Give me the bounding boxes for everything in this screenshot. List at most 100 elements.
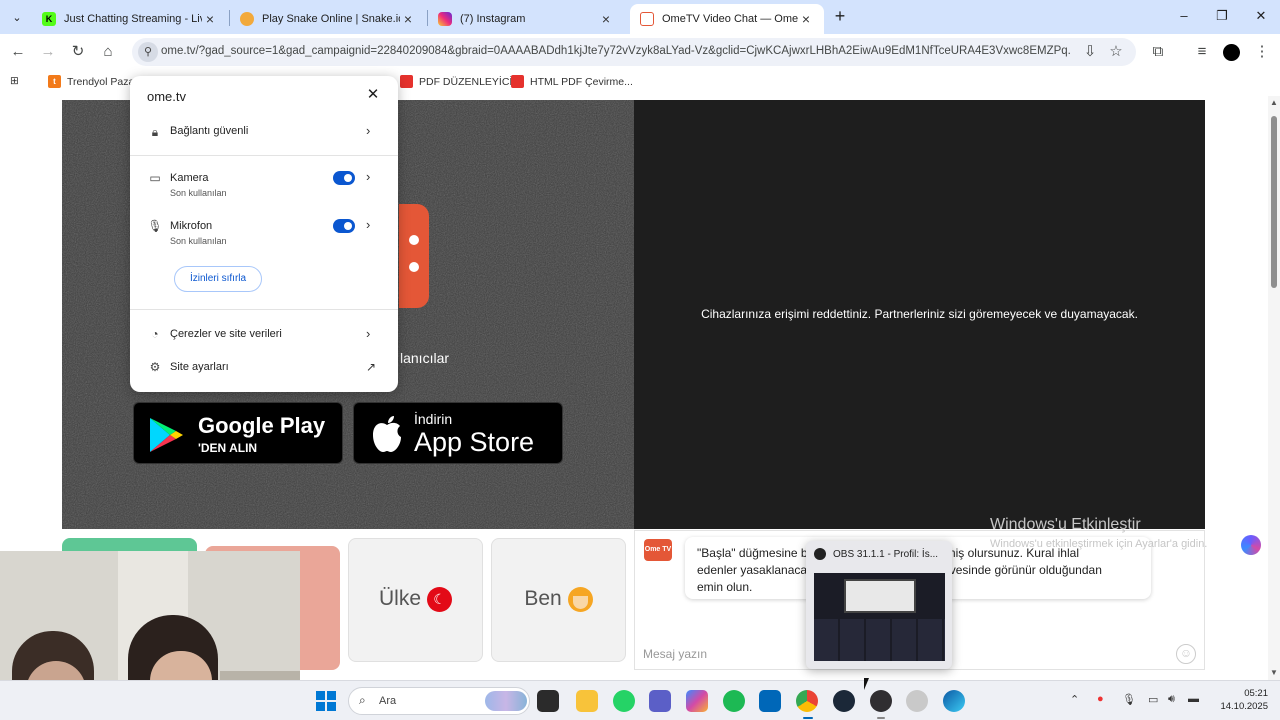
obs-preview-title: OBS 31.1.1 - Profil: İs... (833, 548, 939, 560)
windows-start-icon[interactable] (316, 691, 336, 711)
popup-site-name: ome.tv (147, 89, 187, 104)
install-app-icon[interactable]: ⇩ (1080, 42, 1100, 62)
obs-preview-thumbnail (814, 573, 945, 661)
chrome-icon[interactable] (796, 690, 818, 712)
edge-icon[interactable] (943, 690, 965, 712)
scrollbar-thumb[interactable] (1271, 116, 1277, 288)
logo-dot (409, 235, 419, 245)
close-tab-icon[interactable]: × (400, 11, 416, 27)
microphone-tray-icon[interactable]: 🎙︎ (1122, 693, 1136, 706)
connection-secure-row[interactable]: 🔒︎ Bağlantı güvenli › (130, 123, 398, 145)
page-scrollbar[interactable]: ▲ ▼ (1268, 96, 1280, 680)
site-permissions-popup: ome.tv ✕ 🔒︎ Bağlantı güvenli › ▭ Kamera … (130, 76, 398, 392)
minimize-icon[interactable]: – (1166, 6, 1202, 26)
microphone-toggle[interactable] (333, 219, 355, 233)
clock-date: 14.10.2025 (1220, 701, 1268, 712)
microphone-permission-row[interactable]: 🎙︎ Mikrofon Son kullanılan › (130, 217, 398, 252)
close-tab-icon[interactable]: × (798, 11, 814, 27)
tab-snake[interactable]: Play Snake Online | Snake.io × (230, 4, 426, 34)
home-icon[interactable]: ⌂ (98, 42, 118, 62)
taskbar-clock[interactable]: 05:21 14.10.2025 (1212, 687, 1268, 713)
app-icon[interactable] (906, 690, 928, 712)
reset-permissions-button[interactable]: İzinleri sıfırla (174, 266, 262, 292)
ometv-logo-graphic (399, 204, 429, 308)
obs-icon (814, 548, 826, 560)
camera-permission-row[interactable]: ▭ Kamera Son kullanılan › (130, 169, 398, 204)
tray-app-icon[interactable]: ● (1097, 693, 1104, 705)
network-icon[interactable]: ▭ (1148, 693, 1158, 706)
boy-emoji-icon (567, 587, 593, 612)
site-settings-row[interactable]: ⚙ Site ayarları ↗ (130, 359, 398, 381)
tab-title: OmeTV Video Chat — Omegle (662, 13, 798, 25)
extensions-icon[interactable]: ⧉ (1148, 42, 1168, 62)
spotify-icon[interactable] (723, 690, 745, 712)
steam-icon[interactable] (833, 690, 855, 712)
external-link-icon: ↗ (366, 360, 377, 374)
bookmark-html-pdf[interactable]: HTML PDF Çevirme... (511, 75, 633, 88)
search-icon: ⌕ (359, 693, 366, 707)
teams-icon[interactable] (649, 690, 671, 712)
tab-instagram[interactable]: (7) Instagram × (428, 4, 624, 34)
clock-time: 05:21 (1244, 688, 1268, 699)
new-tab-icon[interactable]: + (830, 6, 850, 26)
obs-preview-canvas (844, 579, 916, 613)
obs-taskbar-icon[interactable] (870, 690, 892, 712)
close-tab-icon[interactable]: × (598, 11, 614, 27)
google-play-button[interactable]: Google Play 'DEN ALIN (133, 402, 343, 464)
tab-kick[interactable]: K Just Chatting Streaming - Live S × (32, 4, 228, 34)
back-icon[interactable]: ← (8, 42, 28, 62)
snake-icon (240, 12, 254, 26)
close-popup-icon[interactable]: ✕ (364, 86, 382, 104)
scroll-up-icon[interactable]: ▲ (1270, 98, 1278, 107)
rules-text: "Başla" düğmesine b (697, 546, 808, 560)
cookies-row[interactable]: ◔ Çerezler ve site verileri › (130, 326, 398, 348)
app-store-label: App Store (414, 427, 535, 457)
profile-avatar[interactable] (1223, 44, 1240, 61)
taskbar-search[interactable]: ⌕ Ara (348, 687, 530, 715)
tab-search-icon[interactable]: ⌄ (6, 7, 28, 27)
obs-preview-docks (814, 619, 945, 661)
reload-icon[interactable]: ↻ (68, 42, 88, 62)
chevron-right-icon: › (366, 169, 371, 184)
tray-overflow-icon[interactable]: ⌃ (1070, 693, 1079, 706)
close-window-icon[interactable]: ✕ (1243, 6, 1279, 26)
copilot-app-icon[interactable] (686, 690, 708, 712)
site-info-icon[interactable]: ⚲ (138, 42, 158, 62)
browser-toolbar: ← → ↻ ⌂ ⚲ ome.tv/?gad_source=1&gad_campa… (0, 34, 1280, 70)
address-bar[interactable]: ⚲ ome.tv/?gad_source=1&gad_campaignid=22… (132, 38, 1136, 66)
forward-icon[interactable]: → (38, 42, 58, 62)
bookmark-trendyol[interactable]: t Trendyol Pazar (48, 75, 138, 88)
message-input[interactable]: Mesaj yazın (643, 647, 707, 661)
lock-icon: 🔒︎ (151, 125, 159, 139)
chevron-right-icon: › (366, 326, 371, 341)
tab-title: (7) Instagram (460, 13, 526, 25)
battery-icon[interactable]: ▬ (1188, 693, 1199, 705)
copilot-icon[interactable] (1241, 535, 1261, 555)
rules-text: edenler yasaklanaca (697, 563, 808, 577)
store-icon[interactable] (759, 690, 781, 712)
camera-toggle[interactable] (333, 171, 355, 185)
obs-taskbar-preview[interactable]: OBS 31.1.1 - Profil: İs... (806, 541, 952, 669)
task-view-icon[interactable] (537, 690, 559, 712)
url-text[interactable]: ome.tv/?gad_source=1&gad_campaignid=2284… (161, 45, 1071, 57)
bookmark-star-icon[interactable]: ☆ (1106, 42, 1126, 62)
menu-icon[interactable]: ⋮ (1252, 42, 1272, 62)
file-explorer-icon[interactable] (576, 690, 598, 712)
me-selector[interactable]: Ben (491, 538, 626, 662)
app-store-button[interactable]: İndirin App Store (353, 402, 563, 464)
emoji-icon[interactable]: ☺ (1176, 644, 1196, 664)
connection-label: Bağlantı güvenli (170, 125, 249, 137)
microphone-sublabel: Son kullanılan (170, 236, 227, 246)
media-control-icon[interactable]: ≡ (1192, 42, 1212, 62)
tab-ometv[interactable]: OmeTV Video Chat — Omegle × (630, 4, 824, 34)
whatsapp-icon[interactable] (613, 690, 635, 712)
pdf-icon (400, 75, 413, 88)
close-tab-icon[interactable]: × (202, 11, 218, 27)
apps-icon[interactable]: ⊞ (10, 75, 19, 87)
bookmark-pdf-editor[interactable]: PDF DÜZENLEYİCİ (400, 75, 512, 88)
scroll-down-icon[interactable]: ▼ (1270, 668, 1278, 677)
app-store-sublabel: İndirin (414, 411, 453, 427)
country-selector[interactable]: Ülke ☾ (348, 538, 483, 662)
restore-icon[interactable]: ❐ (1204, 6, 1240, 26)
volume-icon[interactable]: 🔊︎ (1168, 693, 1175, 706)
